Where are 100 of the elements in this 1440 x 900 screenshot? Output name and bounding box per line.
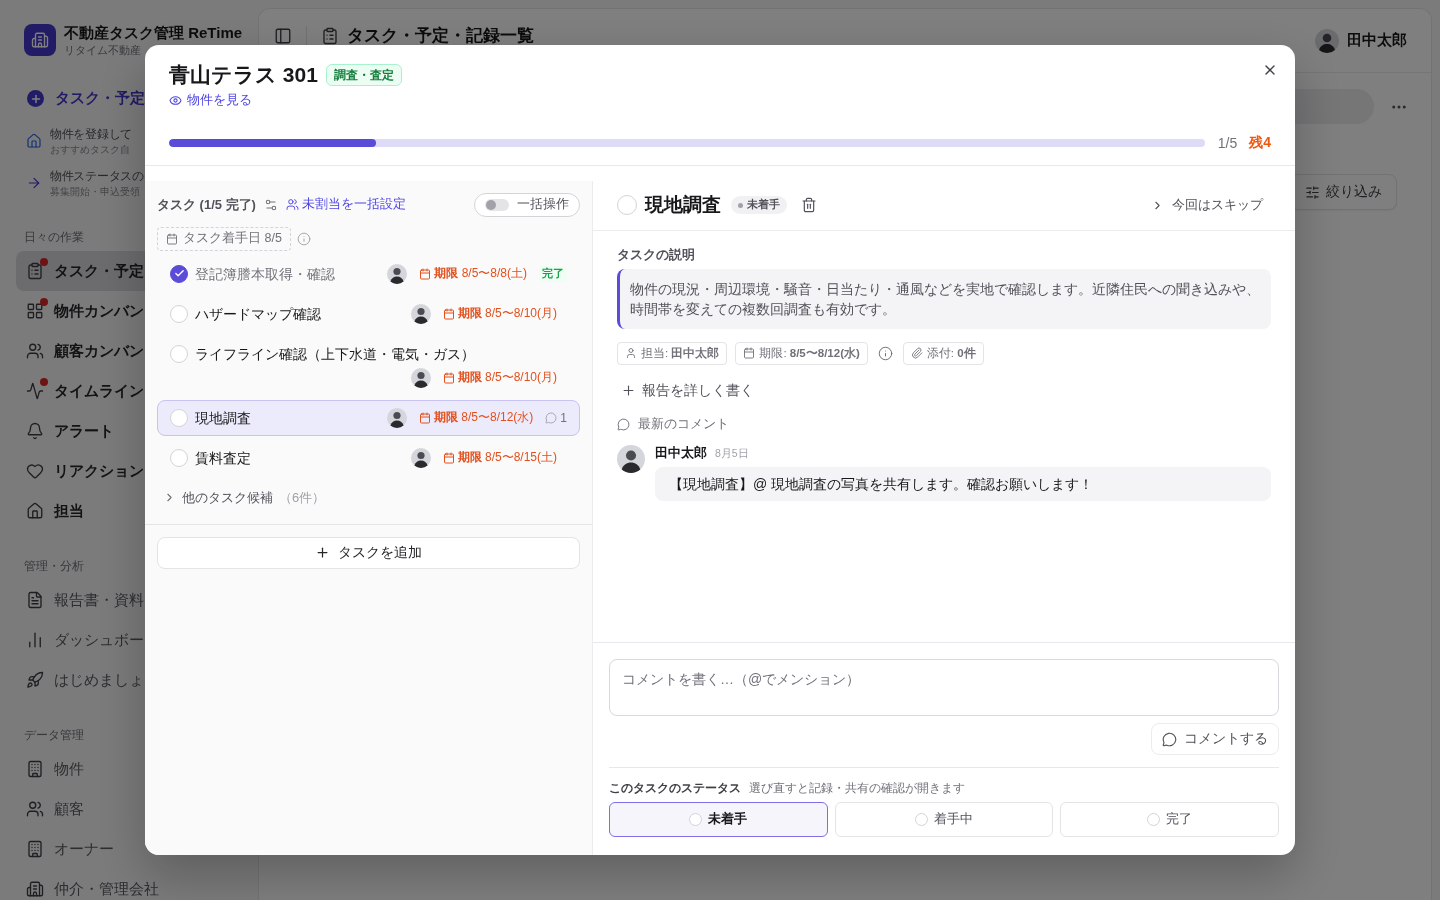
- heart-icon: [26, 462, 44, 480]
- trash-icon[interactable]: [801, 197, 817, 213]
- task-deadline: 期限 8/5〜8/15(土): [457, 449, 557, 466]
- calendar-icon: [419, 267, 432, 280]
- info-icon[interactable]: [296, 231, 311, 246]
- comment-date: 8月5日: [715, 446, 749, 461]
- property-title: 青山テラス 301: [169, 62, 318, 88]
- check-icon: [173, 268, 185, 279]
- building-icon: [26, 840, 44, 858]
- status-option[interactable]: 完了: [1060, 802, 1279, 837]
- plus-icon: [27, 90, 44, 107]
- document-icon: [26, 591, 44, 609]
- comment-bubble: 【現地調査】@ 現地調査の写真を共有します。確認お願いします！: [655, 466, 1271, 501]
- task-row[interactable]: ハザードマップ確認 期限 8/5〜8/10(月): [157, 295, 580, 332]
- house-icon: [26, 502, 44, 520]
- radio-icon: [689, 813, 703, 826]
- task-checkbox[interactable]: [170, 264, 188, 283]
- comment-input[interactable]: コメントを書く…（@でメンション）: [609, 659, 1279, 716]
- app-subtitle: リタイム不動産: [64, 43, 142, 57]
- task-deadline: 期限 8/5〜8/10(月): [457, 369, 557, 386]
- task-name: 現地調査: [195, 408, 251, 428]
- plus-icon: [621, 383, 636, 398]
- task-row[interactable]: 現地調査 期限 8/5〜8/12(水) 1: [157, 399, 580, 436]
- avatar-icon: [410, 303, 431, 324]
- status-option[interactable]: 未着手: [609, 802, 828, 837]
- user-name[interactable]: 田中太郎: [1347, 31, 1407, 50]
- house-icon: [26, 133, 42, 149]
- nav-item[interactable]: オーナー: [16, 829, 243, 869]
- nav-item[interactable]: 仲介・管理会社: [16, 869, 243, 900]
- status-text: 未着手: [747, 198, 780, 212]
- rocket-icon: [26, 671, 44, 689]
- users-icon: [285, 198, 299, 211]
- app-title: 不動産タスク管理 ReTime: [64, 23, 243, 43]
- grid-icon: [26, 302, 44, 320]
- nav-item[interactable]: ダッシュボー: [16, 620, 243, 660]
- radio-icon: [915, 813, 928, 826]
- view-property-link[interactable]: 物件を見る: [169, 92, 252, 108]
- task-row[interactable]: 賃料査定 期限 8/5〜8/15(土): [157, 439, 580, 476]
- comment-author: 田中太郎: [655, 444, 707, 462]
- users-icon: [26, 342, 44, 360]
- person-icon: [625, 347, 637, 359]
- panel-icon[interactable]: [274, 26, 292, 45]
- bell-icon: [26, 422, 44, 440]
- comment-icon: [617, 418, 630, 431]
- status-hint: 選び直すと記録・共有の確認が開きます: [749, 780, 965, 796]
- logo-icon: [24, 24, 56, 56]
- toggle-switch[interactable]: [485, 198, 509, 211]
- bar-chart-icon: [26, 631, 44, 649]
- eye-icon: [169, 93, 182, 107]
- avatar-icon: [386, 407, 407, 428]
- nav-item[interactable]: はじめましょ: [16, 660, 243, 700]
- task-title: 現地調査: [645, 193, 721, 217]
- sliders-icon[interactable]: [263, 197, 278, 212]
- users-icon: [26, 800, 44, 818]
- nav-item[interactable]: 物件: [16, 749, 243, 789]
- more-tasks-toggle[interactable]: 他のタスク候補 （6件）: [157, 485, 326, 510]
- status-dot-icon: [738, 202, 743, 208]
- task-row[interactable]: ライフライン確認（上下水道・電気・ガス） 期限 8/5〜8/10(月): [157, 335, 580, 396]
- avatar-icon: [617, 444, 645, 473]
- paperclip-icon: [910, 347, 923, 359]
- meta-chip[interactable]: 担当: 田中太郎: [617, 341, 728, 365]
- section-title: 管理・分析: [24, 558, 84, 575]
- task-description: 物件の現況・周辺環境・騒音・日当たり・通風などを実地で確認します。近隣住民への聞き込みや、時間帯を変えての複数回調査も有効です。: [617, 268, 1271, 329]
- calendar-icon: [743, 347, 756, 359]
- nav-item[interactable]: 報告書・資料: [16, 580, 243, 620]
- calendar-icon: [442, 451, 455, 464]
- pulse-icon: [26, 382, 44, 400]
- meta-chip[interactable]: 添付: 0件: [902, 341, 984, 365]
- start-date-chip[interactable]: タスク着手日 8/5: [157, 226, 291, 251]
- skip-button[interactable]: 今回はスキップ: [1143, 192, 1271, 218]
- building-icon: [26, 760, 44, 778]
- status-option[interactable]: 着手中: [834, 802, 1054, 837]
- category-badge: 調査・査定: [325, 64, 402, 86]
- arrow-right-icon: [26, 175, 42, 191]
- calendar-icon: [442, 371, 455, 384]
- task-panel-heading: タスク (1/5 完了): [157, 195, 256, 214]
- page-title: タスク・予定・記録一覧: [347, 26, 534, 45]
- clipboard-icon: [26, 262, 44, 280]
- report-link[interactable]: 報告を詳しく書く: [617, 378, 754, 403]
- info-icon[interactable]: [877, 345, 893, 361]
- bulk-toggle[interactable]: 一括操作: [474, 192, 580, 217]
- bulk-assign-link[interactable]: 未割当を一括設定: [285, 196, 406, 213]
- building-icon: [26, 880, 44, 898]
- task-name: ライフライン確認（上下水道・電気・ガス）: [195, 344, 475, 364]
- calendar-icon: [166, 232, 178, 245]
- task-deadline: 期限 8/5〜8/10(月): [457, 305, 557, 322]
- meta-chip[interactable]: 期限: 8/5〜8/12(水): [735, 341, 868, 365]
- description-label: タスクの説明: [617, 246, 696, 263]
- comment-icon: [545, 411, 558, 424]
- comment-icon: [1162, 731, 1177, 747]
- calendar-icon: [442, 307, 455, 320]
- nav-item[interactable]: 顧客: [16, 789, 243, 829]
- calendar-icon: [418, 411, 431, 424]
- avatar-icon: [387, 263, 408, 284]
- comments-heading: 最新のコメント: [638, 416, 729, 433]
- comment-button[interactable]: コメントする: [1151, 723, 1279, 755]
- task-count: （6件）: [279, 488, 326, 507]
- avatar-icon: [410, 447, 431, 468]
- comment-count: 1: [560, 410, 567, 425]
- add-task-button[interactable]: タスクを追加: [157, 536, 580, 569]
